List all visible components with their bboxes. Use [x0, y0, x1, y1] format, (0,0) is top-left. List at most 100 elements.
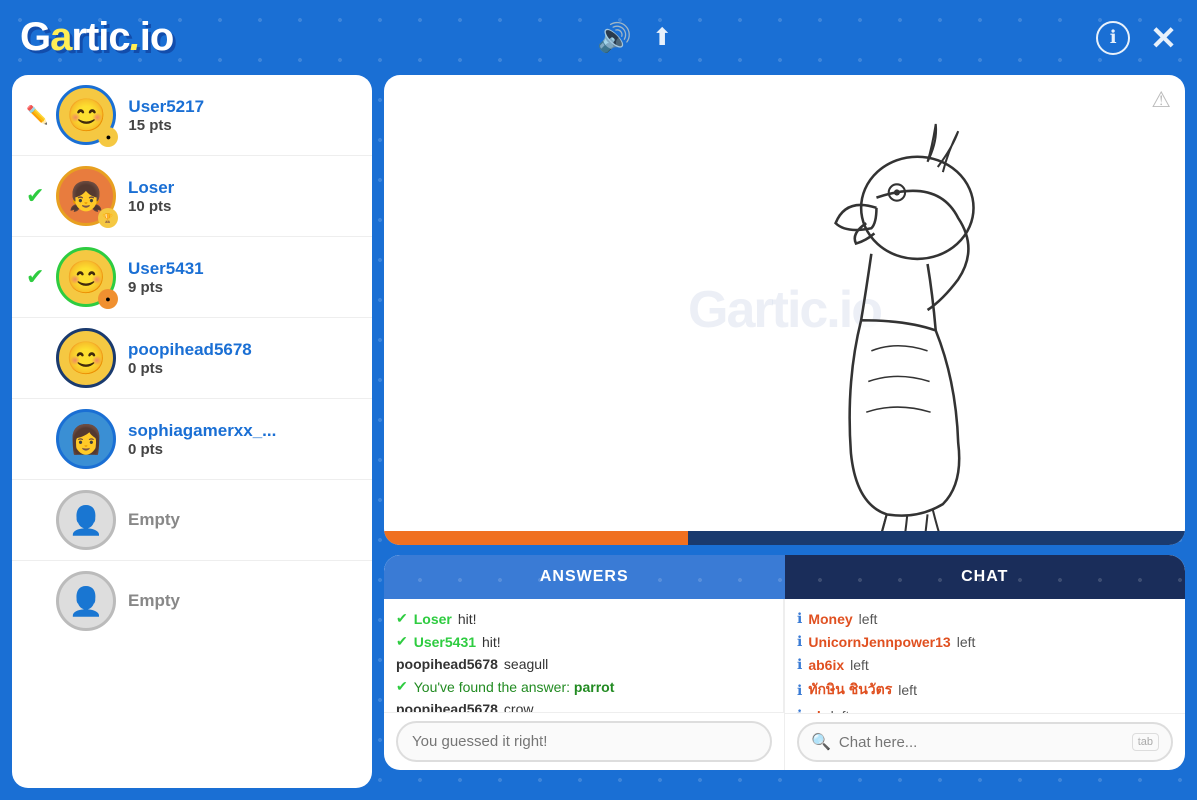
player-info: Empty — [128, 510, 358, 530]
badge-trophy: 🏆 — [98, 208, 118, 228]
chat-user: Money — [808, 611, 852, 627]
list-item: ℹ Money left — [797, 607, 1173, 630]
list-item: ℹ ทักษิน ชินวัตร left — [797, 676, 1173, 704]
player-pts: 15 pts — [128, 117, 358, 134]
list-item: ✔ You've found the answer: parrot — [396, 675, 771, 698]
avatar: 😊 ● — [56, 85, 116, 145]
avatar: 👤 — [56, 571, 116, 631]
list-item: ✔ 👤 Empty — [12, 480, 372, 561]
answer-user: Loser — [414, 611, 452, 627]
chat-user: ab6ix — [808, 657, 844, 673]
progress-bar — [384, 531, 1185, 545]
player-info: Empty — [128, 591, 358, 611]
sound-icon[interactable]: 🔊 — [597, 21, 632, 54]
list-item: ✔ User5431 hit! — [396, 630, 771, 653]
player-name: sophiagamerxx_... — [128, 421, 358, 441]
chat-action: left — [957, 634, 976, 650]
info-icon: ℹ — [797, 656, 802, 673]
list-item: ✔ 😊 poopihead5678 0 pts — [12, 318, 372, 399]
chat-action: left — [859, 611, 878, 627]
answer-guess: seagull — [504, 656, 548, 672]
search-icon: 🔍 — [811, 732, 831, 752]
player-name: Loser — [128, 178, 358, 198]
avatar: 👧 🏆 — [56, 166, 116, 226]
right-panel: ⚠ Gartic.io — [384, 75, 1185, 788]
badge-gold: ● — [98, 127, 118, 147]
list-item: ✔ Loser hit! — [396, 607, 771, 630]
chat-action: left — [850, 657, 869, 673]
avatar: 👤 — [56, 490, 116, 550]
answers-panel: ✔ Loser hit! ✔ User5431 hit! poopihead56… — [384, 599, 784, 712]
canvas-inner: ⚠ Gartic.io — [384, 75, 1185, 545]
player-info: User5217 15 pts — [128, 97, 358, 134]
check-icon: ✔ — [396, 633, 408, 650]
list-item: ℹ ab6ix left — [797, 653, 1173, 676]
check-icon: ✔ — [396, 610, 408, 627]
avatar: 😊 — [56, 328, 116, 388]
answer-input-area — [384, 712, 784, 770]
bird-drawing — [384, 75, 1185, 545]
bottom-content: ✔ Loser hit! ✔ User5431 hit! poopihead56… — [384, 599, 1185, 770]
share-icon[interactable]: ⬆ — [652, 23, 672, 52]
answer-found-text: You've found the answer: parrot — [414, 679, 615, 695]
main-container: ✏️ 😊 ● User5217 15 pts ✔ 👧 🏆 Loser — [0, 75, 1197, 800]
answer-user: poopihead5678 — [396, 701, 498, 712]
player-info: poopihead5678 0 pts — [128, 340, 358, 377]
player-pts: 0 pts — [128, 360, 358, 377]
tab-chat-label: CHAT — [961, 568, 1008, 586]
tab-answers[interactable]: ANSWERS — [384, 555, 785, 599]
tab-chat[interactable]: CHAT — [785, 555, 1186, 599]
chat-action: left — [898, 682, 917, 698]
player-info: sophiagamerxx_... 0 pts — [128, 421, 358, 458]
answer-user: poopihead5678 — [396, 656, 498, 672]
player-name: User5431 — [128, 259, 358, 279]
info-icon: ℹ — [797, 610, 802, 627]
drawing-canvas: ⚠ Gartic.io — [384, 75, 1185, 545]
chat-user: UnicornJennpower13 — [808, 634, 950, 650]
answer-user: User5431 — [414, 634, 476, 650]
player-name: User5217 — [128, 97, 358, 117]
check-icon: ✔ — [396, 678, 408, 695]
player-name: Empty — [128, 591, 358, 611]
list-item: ✔ 😊 ● User5431 9 pts — [12, 237, 372, 318]
header: Gartic.io 🔊 ⬆ ℹ ✕ — [0, 0, 1197, 75]
check-icon: ✔ — [26, 183, 48, 209]
chat-user: ทักษิน ชินวัตร — [808, 679, 892, 701]
chat-input-wrapper: 🔍 tab — [797, 722, 1173, 762]
list-item: ✔ 👧 🏆 Loser 10 pts — [12, 156, 372, 237]
answer-input[interactable] — [396, 721, 772, 762]
progress-blue — [688, 531, 1185, 545]
answer-suffix: hit! — [458, 611, 477, 627]
tab-bar: ANSWERS CHAT — [384, 555, 1185, 599]
player-name: poopihead5678 — [128, 340, 358, 360]
player-name: Empty — [128, 510, 358, 530]
avatar: 👩 — [56, 409, 116, 469]
player-pts: 10 pts — [128, 198, 358, 215]
list-item: ✔ 👩 sophiagamerxx_... 0 pts — [12, 399, 372, 480]
list-item: ℹ ok left — [797, 704, 1173, 713]
player-pts: 9 pts — [128, 279, 358, 296]
player-info: User5431 9 pts — [128, 259, 358, 296]
badge-orange: ● — [98, 289, 118, 309]
list-item: poopihead5678 seagull — [396, 653, 771, 675]
list-item: ✔ 👤 Empty — [12, 561, 372, 641]
chat-section: ℹ Money left ℹ UnicornJennpower13 left ℹ… — [785, 599, 1185, 770]
info-icon: ℹ — [797, 682, 802, 699]
info-icon: ℹ — [797, 633, 802, 650]
close-icon[interactable]: ✕ — [1150, 19, 1177, 57]
player-list: ✏️ 😊 ● User5217 15 pts ✔ 👧 🏆 Loser — [12, 75, 372, 788]
logo: Gartic.io — [20, 15, 173, 60]
answer-guess: crow — [504, 701, 534, 712]
header-center: 🔊 ⬆ — [597, 21, 672, 54]
player-info: Loser 10 pts — [128, 178, 358, 215]
pencil-icon: ✏️ — [26, 105, 48, 126]
player-panel: ✏️ 😊 ● User5217 15 pts ✔ 👧 🏆 Loser — [12, 75, 372, 788]
check-icon: ✔ — [26, 264, 48, 290]
tab-answers-label: ANSWERS — [540, 568, 629, 586]
info-icon[interactable]: ℹ — [1096, 21, 1130, 55]
player-pts: 0 pts — [128, 441, 358, 458]
chat-input[interactable] — [839, 734, 1132, 751]
bottom-panel: ANSWERS CHAT ✔ Loser hit! — [384, 555, 1185, 770]
chat-panel: ℹ Money left ℹ UnicornJennpower13 left ℹ… — [785, 599, 1185, 713]
avatar: 😊 ● — [56, 247, 116, 307]
